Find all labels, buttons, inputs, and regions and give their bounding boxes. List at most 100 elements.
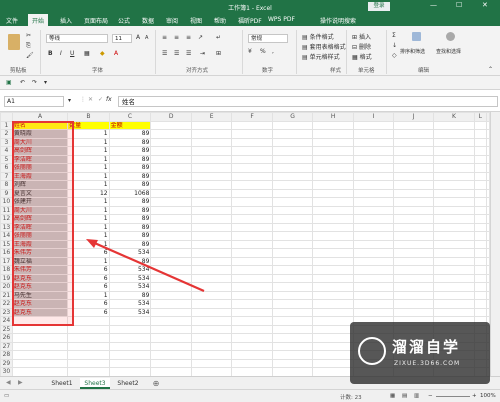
cell-a[interactable]: 李洁晖 [11, 154, 69, 164]
cell-b[interactable]: 1 [67, 171, 110, 181]
empty-cell[interactable] [312, 154, 354, 164]
row-header[interactable]: 23 [0, 307, 13, 317]
font-size-select[interactable]: 11 [112, 34, 132, 43]
empty-cell[interactable] [433, 197, 475, 207]
empty-cell[interactable] [312, 333, 354, 343]
empty-cell[interactable] [393, 290, 435, 300]
cell-a[interactable] [11, 341, 69, 351]
tab-insert[interactable]: 插入 [60, 16, 72, 25]
empty-cell[interactable] [190, 273, 233, 283]
empty-cell[interactable] [312, 299, 354, 309]
cell-c[interactable]: 89 [108, 163, 152, 173]
empty-cell[interactable] [231, 324, 273, 334]
empty-cell[interactable] [231, 222, 273, 232]
cell-a[interactable]: 周大川 [11, 205, 69, 215]
empty-cell[interactable] [393, 180, 435, 190]
sort-filter-button[interactable]: 排序和筛选 [400, 48, 425, 55]
empty-cell[interactable] [352, 163, 395, 173]
cell-b[interactable]: 1 [67, 154, 110, 164]
cell-c[interactable]: 1068 [108, 188, 152, 198]
cell-c[interactable]: 534 [108, 248, 152, 258]
format-cells-button[interactable]: ▦ 格式 [352, 52, 372, 61]
empty-cell[interactable] [473, 248, 488, 258]
cell-c[interactable]: 89 [108, 205, 152, 215]
empty-cell[interactable] [312, 120, 354, 130]
row-header[interactable]: 10 [0, 197, 13, 207]
empty-cell[interactable] [190, 154, 233, 164]
tab-file[interactable]: 文件 [6, 16, 18, 25]
empty-cell[interactable] [433, 265, 475, 275]
empty-cell[interactable] [271, 350, 314, 360]
align-left-icon[interactable]: ☰ [162, 50, 167, 57]
row-header[interactable]: 25 [0, 324, 13, 334]
empty-cell[interactable] [231, 163, 273, 173]
empty-cell[interactable] [352, 146, 395, 156]
cell-a[interactable] [11, 358, 69, 368]
empty-cell[interactable] [473, 214, 488, 224]
empty-cell[interactable] [312, 129, 354, 139]
column-header-g[interactable]: G [271, 112, 314, 122]
zoom-level[interactable]: 100% [480, 393, 496, 399]
empty-cell[interactable] [190, 214, 233, 224]
empty-cell[interactable] [231, 188, 273, 198]
column-header-f[interactable]: F [231, 112, 273, 122]
cell-c[interactable]: 89 [108, 171, 152, 181]
cell-a[interactable] [11, 350, 69, 360]
percent-icon[interactable]: % [260, 48, 266, 55]
empty-cell[interactable] [150, 333, 192, 343]
empty-cell[interactable] [190, 256, 233, 266]
row-header[interactable]: 29 [0, 358, 13, 368]
empty-cell[interactable] [393, 197, 435, 207]
tab-help[interactable]: 帮助 [214, 16, 226, 25]
empty-cell[interactable] [312, 290, 354, 300]
empty-cell[interactable] [231, 265, 273, 275]
empty-cell[interactable] [150, 171, 192, 181]
empty-cell[interactable] [393, 256, 435, 266]
empty-cell[interactable] [393, 265, 435, 275]
empty-cell[interactable] [312, 171, 354, 181]
cell-c[interactable]: 89 [108, 256, 152, 266]
empty-cell[interactable] [231, 197, 273, 207]
cell-c[interactable] [108, 350, 152, 360]
empty-cell[interactable] [352, 137, 395, 147]
empty-cell[interactable] [150, 129, 192, 139]
empty-cell[interactable] [150, 350, 192, 360]
cell-a[interactable]: 姓名 [11, 120, 69, 130]
empty-cell[interactable] [271, 163, 314, 173]
empty-cell[interactable] [190, 120, 233, 130]
empty-cell[interactable] [190, 282, 233, 292]
empty-cell[interactable] [312, 367, 354, 376]
empty-cell[interactable] [393, 205, 435, 215]
cell-b[interactable]: 1 [67, 163, 110, 173]
empty-cell[interactable] [150, 290, 192, 300]
empty-cell[interactable] [271, 214, 314, 224]
row-header[interactable]: 16 [0, 248, 13, 258]
align-middle-icon[interactable]: ≡ [174, 34, 179, 41]
empty-cell[interactable] [433, 163, 475, 173]
empty-cell[interactable] [271, 137, 314, 147]
cell-b[interactable]: 1 [67, 256, 110, 266]
cell-b[interactable]: 12 [67, 188, 110, 198]
cancel-icon[interactable]: ✕ [88, 96, 93, 103]
empty-cell[interactable] [433, 171, 475, 181]
row-header[interactable]: 2 [0, 129, 13, 139]
empty-cell[interactable] [352, 188, 395, 198]
empty-cell[interactable] [150, 137, 192, 147]
empty-cell[interactable] [190, 129, 233, 139]
cell-c[interactable]: 534 [108, 273, 152, 283]
cell-a[interactable]: 马先生 [11, 290, 69, 300]
empty-cell[interactable] [433, 180, 475, 190]
empty-cell[interactable] [312, 137, 354, 147]
empty-cell[interactable] [473, 273, 488, 283]
cell-a[interactable]: 赵克东 [11, 307, 69, 317]
login-button[interactable]: 登录 [368, 2, 390, 11]
empty-cell[interactable] [433, 120, 475, 130]
empty-cell[interactable] [271, 171, 314, 181]
empty-cell[interactable] [231, 316, 273, 326]
sheet-tab-active[interactable]: Sheet3 [80, 378, 110, 389]
cell-a[interactable]: 魏立福 [11, 256, 69, 266]
empty-cell[interactable] [150, 120, 192, 130]
cell-b[interactable]: 1 [67, 137, 110, 147]
zoom-slider[interactable] [436, 396, 470, 397]
empty-cell[interactable] [433, 222, 475, 232]
